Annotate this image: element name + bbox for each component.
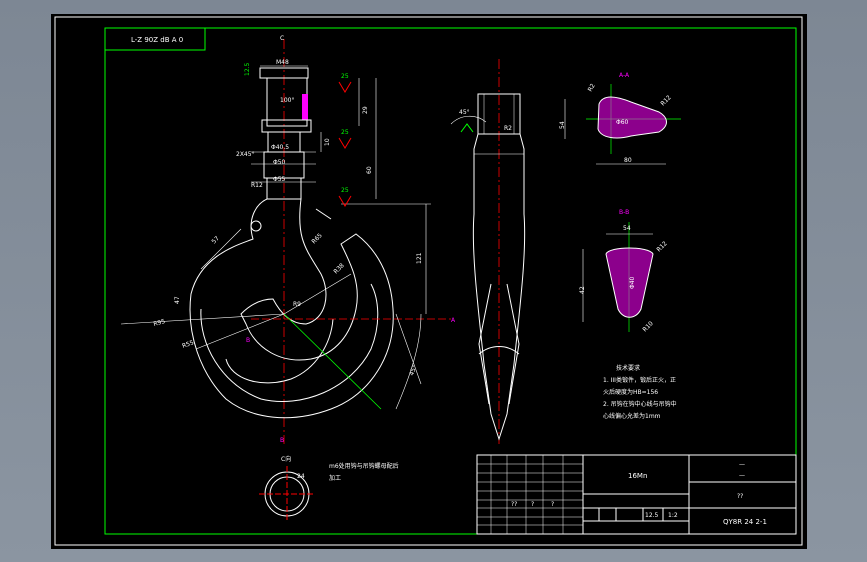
- section-bb-label: B-B: [619, 209, 629, 216]
- side-roughness: [460, 123, 474, 133]
- r38-leader: [283, 273, 352, 315]
- c-view: C向 24 m6处用钩与吊钩螺母配后 加工: [259, 455, 399, 522]
- aa-profile: [597, 96, 667, 139]
- dim-10: 10: [324, 138, 331, 146]
- dim-r55: R55: [181, 339, 195, 350]
- top-left-title: L-Z 90Z dB A 0: [131, 36, 183, 44]
- dim-57: 57: [210, 235, 220, 245]
- dim-r38: R38: [332, 262, 345, 275]
- tb-small-2: ?: [531, 501, 534, 508]
- tech-line-2: 火后硬度为HB=156: [603, 388, 658, 396]
- tb-scale-b: 1:2: [668, 512, 678, 519]
- r95-leader: [120, 313, 285, 325]
- roughness-symbol: [338, 81, 352, 93]
- dim-r9: R9: [293, 301, 301, 308]
- side-angle-arc: [450, 115, 487, 125]
- dim-100: 100°: [280, 97, 294, 104]
- dim-phi405: Φ40.5: [271, 144, 289, 151]
- hook-eye-hole: [250, 220, 262, 232]
- dim-r12: R12: [251, 182, 263, 189]
- tb-small-3: ?: [551, 501, 554, 508]
- dim-r2-aa: R2: [587, 82, 597, 93]
- dim-45b: 45°: [459, 109, 470, 116]
- dim-phi40: Φ40: [629, 276, 636, 289]
- hook-tip: [315, 208, 332, 220]
- dim-60: 60: [366, 166, 373, 174]
- title-block: 16Mn — — ?? QY8R 24 2-1 12.5 1:2 ?? ? ?: [476, 454, 797, 535]
- inner-frame: [104, 27, 797, 535]
- dim-29: 29: [362, 106, 369, 114]
- dim-54b: 54: [623, 225, 631, 232]
- r55-leader: [195, 313, 285, 350]
- main-hook-view: C M48 12.5 25 100° 29 25 2X45° Φ40.5 10 …: [120, 35, 456, 444]
- tb-name-mid: —: [739, 472, 745, 479]
- dim-80: 80: [624, 157, 632, 164]
- section-aa: A-A 54 R12 R2 Φ60 80: [559, 72, 681, 165]
- dim-25a: 25: [341, 73, 349, 80]
- dim-r65: R65: [310, 232, 323, 245]
- dim-25c: 25: [341, 187, 349, 194]
- dim-42: 42: [579, 286, 586, 294]
- tb-code: ??: [737, 493, 743, 500]
- tb-scale-a: 12.5: [645, 512, 659, 519]
- hook-outer: [189, 198, 394, 419]
- dim-25b: 25: [341, 129, 349, 136]
- dim-45: 45°: [408, 364, 418, 376]
- dim-121: 121: [416, 252, 423, 264]
- tech-line-1: 1. III类锻件，锻后正火，正: [603, 376, 676, 384]
- dim-phi50: Φ50: [273, 159, 286, 166]
- hook-inner-sweep: [200, 283, 379, 403]
- diag-centerline: [283, 313, 382, 410]
- drawing-canvas: L-Z 90Z dB A 0 C M48 12.5 25 100° 29 25 …: [51, 14, 807, 549]
- label-b-left: B: [246, 337, 250, 344]
- side-view: 45° R2: [450, 59, 526, 444]
- tb-drawing-no: QY8R 24 2-1: [723, 518, 767, 526]
- dim-r10: R10: [641, 320, 654, 333]
- c-view-note-2: 加工: [329, 474, 341, 482]
- dim-r95: R95: [153, 318, 166, 328]
- dim-125: 12.5: [244, 62, 251, 76]
- dim-phi60: Φ60: [616, 119, 629, 126]
- dim-phi55: Φ55: [273, 176, 286, 183]
- tb-small-1: ??: [511, 501, 517, 508]
- roughness-symbol: [338, 195, 352, 207]
- side-tip-right: [506, 283, 520, 405]
- dim-m48: M48: [276, 59, 289, 66]
- diag-dim-line: [200, 228, 242, 270]
- c-view-note-1: m6处用钩与吊钩螺母配后: [329, 462, 399, 470]
- label-b-bottom: B: [280, 437, 284, 444]
- tech-notes: 技术要求 1. III类锻件，锻后正火，正 火后硬度为HB=156 2. 吊钩在…: [603, 364, 677, 420]
- label-a: A: [451, 317, 456, 324]
- c-view-label: C向: [281, 455, 291, 463]
- dim-r2-side: R2: [504, 125, 512, 132]
- dim-47: 47: [174, 296, 181, 304]
- tech-line-4: 心线偏心允差为1mm: [603, 412, 661, 420]
- tb-material: 16Mn: [628, 472, 647, 480]
- dim-2x45: 2X45°: [236, 151, 255, 158]
- side-tip-left: [478, 283, 492, 405]
- tb-name-top: —: [739, 461, 745, 468]
- tech-line-3: 2. 吊钩在钩中心线与吊钩中: [603, 400, 677, 408]
- dim-r12-aa: R12: [659, 94, 672, 107]
- dim-r12b: R12: [655, 240, 668, 253]
- dim-54a: 54: [559, 121, 566, 129]
- dim-24: 24: [297, 473, 305, 480]
- tech-title: 技术要求: [616, 364, 640, 372]
- section-bb: B-B 54 R12 42 Φ40 R10: [579, 209, 669, 333]
- roughness-symbol: [338, 137, 352, 149]
- label-c: C: [280, 35, 284, 42]
- section-aa-label: A-A: [619, 72, 630, 79]
- outer-frame: [54, 16, 803, 546]
- shank-hatch: [302, 94, 308, 120]
- hook-inner-curve: [225, 318, 334, 384]
- dim-45-arc: [395, 313, 422, 410]
